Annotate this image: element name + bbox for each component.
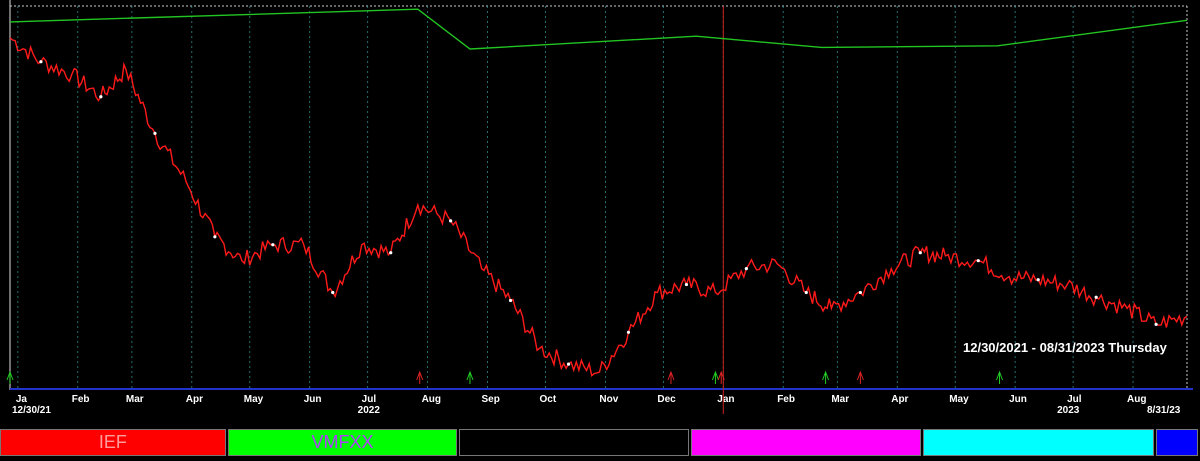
- ief-data-point: [566, 362, 571, 366]
- start-date-label: 12/30/21: [12, 405, 51, 416]
- ief-data-point: [213, 235, 217, 239]
- ief-data-point: [99, 95, 103, 99]
- month-tick-label: Jun: [304, 394, 322, 405]
- series-line-ief: [9, 37, 1188, 377]
- red-signal-arrow: [667, 370, 675, 384]
- legend-item-slot-2[interactable]: [459, 429, 690, 456]
- ief-data-point: [918, 251, 922, 255]
- month-tick-label: Sep: [482, 394, 500, 405]
- month-tick-label: Mar: [126, 394, 144, 405]
- month-tick-label: Nov: [599, 394, 618, 405]
- ief-data-point: [1094, 295, 1098, 299]
- month-tick-label: Jul: [362, 394, 377, 405]
- month-tick-label: Mar: [831, 394, 849, 405]
- month-tick-label: May: [949, 394, 969, 405]
- green-signal-arrow: [466, 370, 474, 384]
- year-label: 2023: [1057, 405, 1080, 416]
- year-label: 2022: [358, 405, 381, 416]
- ief-data-point: [508, 298, 513, 303]
- month-tick-label: Aug: [422, 394, 441, 405]
- ief-data-point: [858, 290, 862, 295]
- month-tick-label: Apr: [891, 394, 908, 405]
- month-tick-label: Feb: [777, 394, 795, 405]
- chart-area[interactable]: Ja Feb Mar Apr May Jun Jul Aug Sep Oct Nov Dec Jan Fe…: [0, 0, 1200, 428]
- month-tick-label: May: [244, 394, 264, 405]
- chart-svg[interactable]: Ja Feb Mar Apr May Jun Jul Aug Sep Oct Nov Dec Jan Fe…: [0, 0, 1200, 428]
- month-tick-label: Feb: [72, 394, 90, 405]
- ief-data-point: [684, 282, 689, 287]
- green-signal-arrow: [711, 370, 719, 384]
- date-range-label: 12/30/2021 - 08/31/2023 Thursday: [963, 340, 1168, 355]
- series-line-vmfxx: [9, 8, 1188, 50]
- month-tick-label: Jul: [1067, 394, 1082, 405]
- legend-item-slot-4[interactable]: [922, 429, 1155, 456]
- ief-data-point: [744, 267, 748, 271]
- green-signal-arrow: [822, 370, 830, 384]
- red-signal-arrow: [416, 370, 424, 384]
- ief-data-point: [804, 290, 808, 295]
- legend-bar: IEF VMFXX: [0, 429, 1200, 461]
- legend-item-ief[interactable]: IEF: [0, 429, 226, 456]
- ief-data-point: [389, 251, 393, 255]
- end-date-label: 8/31/23: [1147, 405, 1181, 416]
- red-signal-arrow: [856, 370, 864, 384]
- month-tick-label: Aug: [1127, 394, 1146, 405]
- month-tick-label: Dec: [657, 394, 676, 405]
- ief-data-point: [976, 259, 980, 263]
- ief-data-point: [449, 219, 453, 223]
- ief-data-point: [1036, 278, 1040, 282]
- ief-data-point: [1154, 322, 1158, 326]
- green-signal-arrow: [6, 370, 14, 384]
- green-signal-arrow: [996, 370, 1003, 384]
- month-tick-label: Ja: [16, 394, 28, 405]
- month-tick-label: Oct: [539, 394, 556, 405]
- ief-data-point: [331, 290, 335, 295]
- ief-data-point: [626, 330, 631, 334]
- month-tick-label: Jan: [717, 394, 734, 405]
- ief-data-point: [271, 243, 275, 247]
- legend-item-vmfxx[interactable]: VMFXX: [227, 429, 458, 456]
- month-tick-label: Jun: [1009, 394, 1027, 405]
- month-tick-label: Apr: [186, 394, 203, 405]
- ief-data-point: [39, 60, 43, 64]
- ief-data-point: [153, 131, 157, 135]
- legend-item-slot-5[interactable]: [1156, 429, 1198, 456]
- legend-item-slot-3[interactable]: [691, 429, 921, 456]
